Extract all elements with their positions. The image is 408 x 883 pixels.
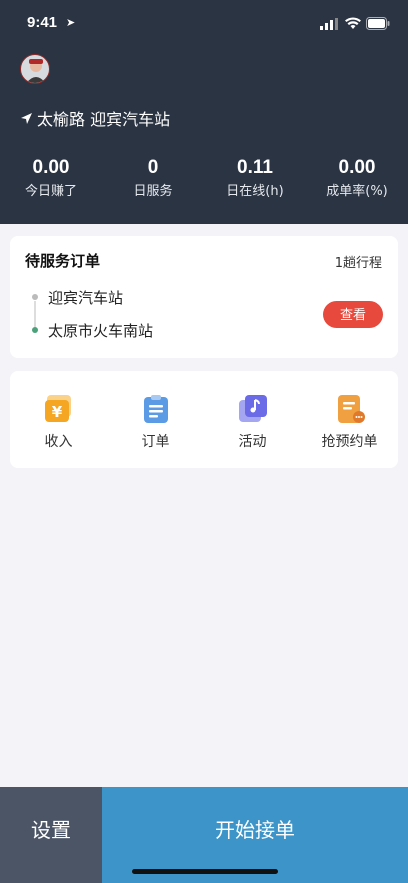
stat-value: 0.11: [237, 157, 273, 178]
pending-order-card[interactable]: 待服务订单 1趟行程 迎宾汽车站 太原市火车南站 查看: [10, 236, 398, 358]
signal-icon: [320, 18, 338, 30]
stat-value: 0.00: [32, 157, 70, 178]
order-card-title: 待服务订单: [25, 252, 101, 270]
menu-label: 订单: [141, 434, 170, 450]
status-time: 9:41: [27, 14, 58, 31]
battery-icon: [366, 17, 390, 30]
stat-label: 日在线(h): [226, 184, 284, 199]
menu-item-income[interactable]: ¥ 收入: [10, 371, 107, 468]
location-arrow-icon: ➤: [66, 16, 76, 29]
svg-text:¥: ¥: [51, 403, 62, 421]
origin-dot-icon: [32, 294, 38, 300]
status-bar: 9:41 ➤: [0, 0, 408, 46]
stat-label: 成单率(%): [326, 184, 388, 199]
wifi-icon: [345, 17, 361, 29]
settings-button[interactable]: 设置: [0, 787, 102, 883]
origin-station: 迎宾汽车站: [48, 289, 124, 307]
current-location[interactable]: 太榆路 迎宾汽车站: [20, 107, 170, 129]
route-connector: [34, 301, 36, 327]
music-card-icon: [238, 395, 267, 422]
stat-today-earnings: 0.00 今日赚了: [0, 156, 102, 206]
stat-value: 0.00: [338, 157, 376, 178]
stat-daily-services: 0 日服务: [102, 156, 204, 206]
menu-item-activities[interactable]: 活动: [204, 371, 301, 468]
menu-label: 收入: [44, 434, 73, 450]
menu-label: 抢预约单: [321, 434, 378, 450]
stat-online-hours: 0.11 日在线(h): [204, 156, 306, 206]
document-more-icon: [337, 395, 365, 423]
stat-completion-rate: 0.00 成单率(%): [306, 156, 408, 206]
view-order-button[interactable]: 查看: [323, 301, 383, 328]
quick-menu: ¥ 收入 订单 活动 抢预约单: [10, 371, 398, 468]
stat-value: 0: [147, 157, 159, 178]
destination-station: 太原市火车南站: [48, 322, 154, 340]
order-trip-count: 1趟行程: [334, 256, 382, 271]
avatar[interactable]: [20, 54, 50, 84]
stats-row: 0.00 今日赚了 0 日服务 0.11 日在线(h) 0.00 成单率(%): [0, 156, 408, 206]
menu-item-orders[interactable]: 订单: [107, 371, 204, 468]
menu-label: 活动: [238, 434, 267, 450]
navigation-arrow-icon: [21, 112, 32, 124]
header-panel: 9:41 ➤ 太榆路 迎宾汽车站 0.00 今日赚了 0 日服务 0.11 日在…: [0, 0, 408, 224]
stat-label: 今日赚了: [24, 184, 77, 199]
stat-label: 日服务: [133, 184, 173, 199]
yuan-icon: ¥: [44, 395, 71, 422]
destination-dot-icon: [32, 327, 38, 333]
home-indicator[interactable]: [132, 869, 278, 874]
avatar-person-icon: [26, 59, 46, 83]
clipboard-icon: [143, 395, 168, 423]
location-text: 太榆路 迎宾汽车站: [37, 110, 171, 129]
menu-item-grab-reservation[interactable]: 抢预约单: [301, 371, 398, 468]
